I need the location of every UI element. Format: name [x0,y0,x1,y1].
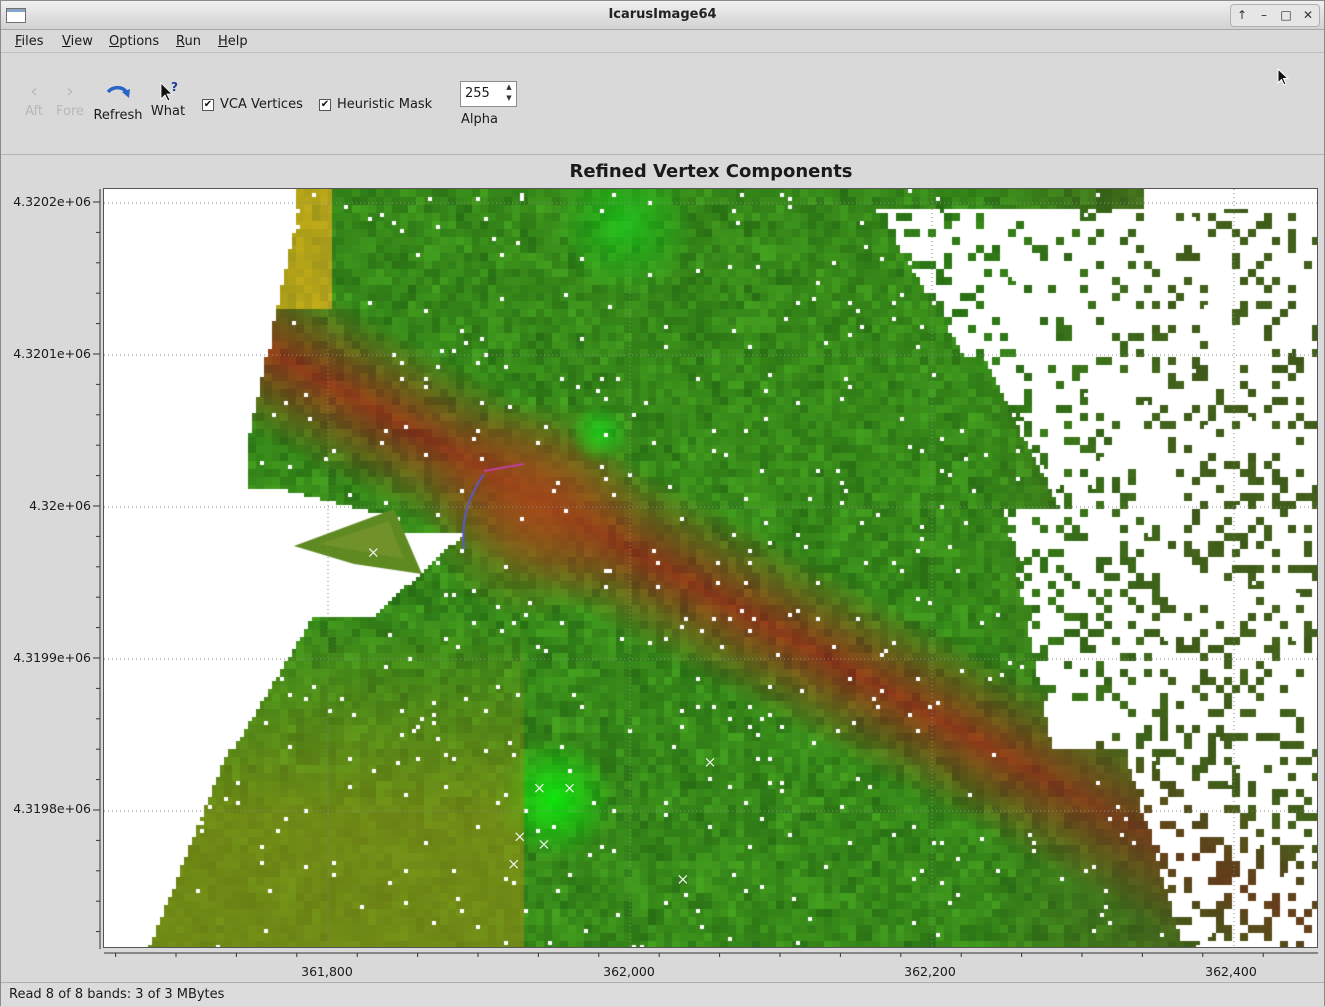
y-tick-label: 4.3198e+06 [13,801,91,816]
status-text: Read 8 of 8 bands: 3 of 3 MBytes [9,987,225,1002]
app-window: IcarusImage64 ↑ – □ ✕ Files View Options… [0,0,1325,1006]
plot-axes [93,189,1318,957]
status-bar: Read 8 of 8 bands: 3 of 3 MBytes [1,982,1324,1006]
y-tick-label: 4.3201e+06 [13,346,91,361]
x-tick-label: 362,200 [904,964,956,979]
x-tick-label: 362,400 [1205,964,1257,979]
y-tick-label: 4.32e+06 [29,498,91,513]
x-tick-label: 362,000 [603,964,655,979]
y-tick-label: 4.3202e+06 [13,194,91,209]
y-tick-label: 4.3199e+06 [13,650,91,665]
x-tick-label: 361,800 [301,964,353,979]
